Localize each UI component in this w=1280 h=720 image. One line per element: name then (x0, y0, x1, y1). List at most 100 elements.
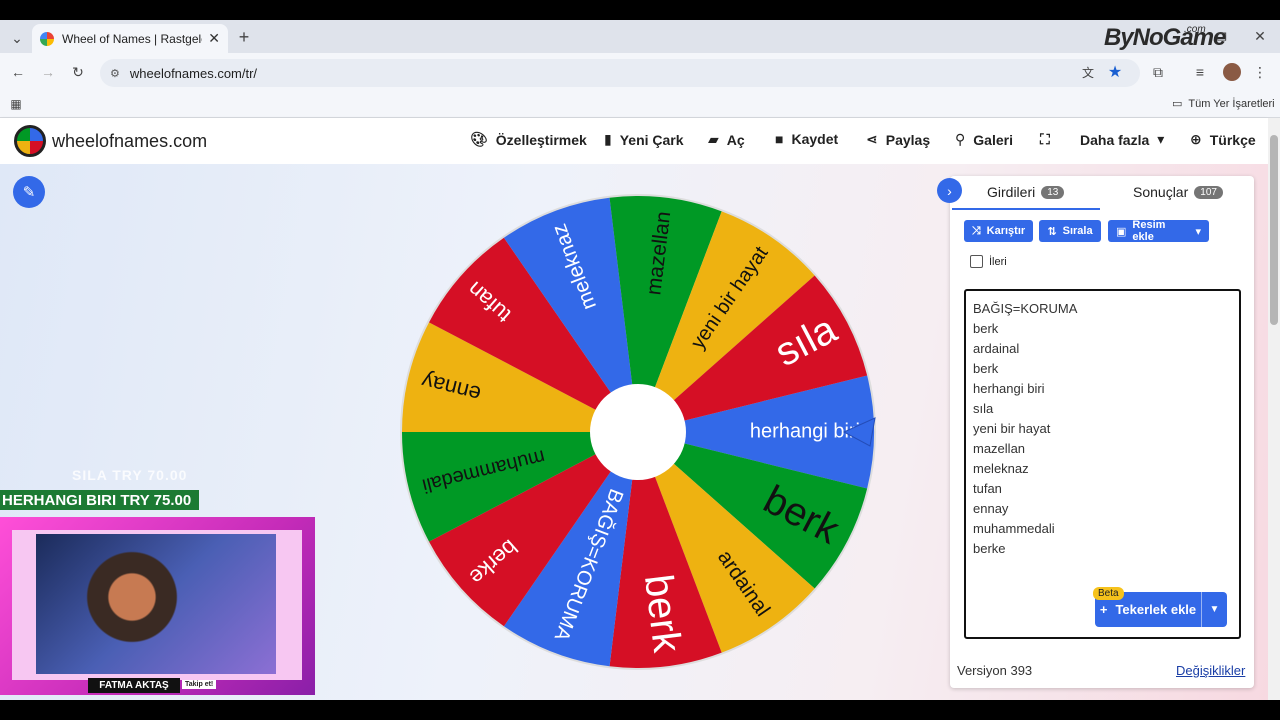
file-icon: ▮ (604, 131, 612, 147)
share-icon: ⋖ (866, 131, 878, 147)
search-icon: ⚲ (955, 131, 966, 147)
nav-new-label: Yeni Çark (619, 131, 684, 148)
tab-results[interactable]: Sonuçlar 107 (1133, 184, 1223, 200)
entry-line: sıla (973, 401, 994, 416)
back-icon[interactable]: ← (10, 64, 26, 80)
site-info-icon[interactable]: ⚙ (110, 67, 120, 80)
tab-results-label: Sonuçlar (1133, 184, 1189, 200)
palette-icon: 🎨︎ (470, 131, 488, 147)
webcam-video (36, 534, 276, 674)
fullscreen-icon: ⛶ (1040, 131, 1050, 147)
entry-line: mazellan (973, 441, 1026, 456)
globe-icon: ⊕ (1190, 131, 1202, 147)
plus-icon: + (1099, 602, 1108, 617)
add-wheel-label: Tekerlek ekle (1115, 602, 1197, 617)
tab-close-icon[interactable]: ✕ (208, 30, 220, 47)
entry-line: berk (973, 321, 999, 336)
entry-line: meleknaz (973, 461, 1029, 476)
all-bookmarks-label: Tüm Yer İşaretleri (1188, 97, 1275, 110)
nav-more[interactable]: Daha fazla ▾ (1080, 131, 1164, 148)
new-tab-icon[interactable]: + (236, 27, 252, 47)
results-count-badge: 107 (1194, 185, 1223, 199)
browser-tab[interactable]: Wheel of Names | Rastgele ad s ✕ (32, 24, 228, 53)
shuffle-icon: ⤨ (971, 224, 981, 237)
sort-icon: ⇅ (1047, 225, 1057, 238)
watermark-logo: ByNoGame (1104, 24, 1226, 51)
wheel-slice-label: berk (636, 572, 689, 656)
profile-avatar[interactable] (1223, 63, 1241, 81)
beta-badge: Beta (1093, 587, 1124, 600)
media-control-icon[interactable]: ≡ (1192, 64, 1208, 80)
bookmark-star-icon[interactable]: ★ (1106, 63, 1124, 81)
entry-line: berk (973, 361, 999, 376)
shuffle-label: Karıştır (986, 225, 1026, 237)
nav-gallery[interactable]: ⚲ Galeri (955, 131, 1013, 148)
address-bar[interactable]: ⚙ wheelofnames.com/tr/ (100, 59, 1140, 87)
forward-icon[interactable]: → (40, 64, 56, 80)
nav-more-label: Daha fazla (1080, 131, 1150, 148)
close-window-icon[interactable]: ✕ (1252, 28, 1268, 44)
nav-open-label: Aç (726, 131, 745, 148)
wheel-slice-label: herhangi biri (750, 420, 860, 442)
advanced-checkbox[interactable] (970, 255, 983, 268)
changes-link[interactable]: Değişiklikler (1176, 663, 1245, 678)
tab-title: Wheel of Names | Rastgele ad s (62, 31, 202, 46)
advanced-label: İleri (989, 256, 1007, 268)
all-bookmarks-button[interactable]: ▭ Tüm Yer İşaretleri (1172, 97, 1275, 111)
nav-open[interactable]: ▰ Aç (708, 131, 745, 148)
add-image-label: Resim ekle (1132, 219, 1166, 243)
menu-kebab-icon[interactable]: ⋮ (1253, 64, 1267, 80)
entry-line: tufan (973, 481, 1002, 496)
nav-save[interactable]: ■ Kaydet (775, 131, 838, 147)
donation-alert: HERHANGI BIRI TRY 75.00 (0, 490, 199, 510)
entry-line: muhammedali (973, 521, 1055, 536)
sort-label: Sırala (1062, 225, 1093, 237)
wheel-center[interactable] (590, 384, 686, 480)
nav-share-label: Paylaş (885, 131, 931, 148)
donation-alert-faded: SILA TRY 70.00 (72, 467, 188, 483)
site-logo[interactable] (14, 125, 46, 157)
nav-customize-label: Özelleştirmek (495, 131, 587, 148)
watermark-suffix: .com (1184, 24, 1206, 35)
caret-down-icon: ▾ (1157, 131, 1165, 147)
entry-line: yeni bir hayat (973, 421, 1051, 436)
follow-label: Takip et! (182, 680, 217, 689)
tab-favicon-icon (40, 31, 54, 46)
caret-down-icon: ▾ (1195, 225, 1201, 238)
entry-line: herhangi biri (973, 381, 1045, 396)
folder-open-icon: ▰ (708, 131, 719, 147)
restore-window-icon[interactable]: ❐ (1214, 29, 1230, 45)
add-wheel-dropdown-icon[interactable]: ▼ (1201, 592, 1227, 627)
edit-pencil-icon[interactable]: ✎ (13, 176, 45, 208)
apps-grid-icon[interactable]: ▦ (8, 96, 24, 112)
streamer-name: FATMA AKTAŞ (88, 678, 180, 693)
scrollbar-thumb[interactable] (1270, 135, 1278, 325)
nav-language[interactable]: ⊕ Türkçe (1190, 131, 1256, 148)
active-tab-indicator (952, 208, 1100, 210)
wheel[interactable]: herhangi biriberkardainalberkBAĞIŞ=KORUM… (398, 192, 878, 672)
nav-save-label: Kaydet (791, 131, 839, 147)
save-icon: ■ (775, 131, 784, 147)
version-label: Versiyon 393 (957, 663, 1033, 678)
shuffle-button[interactable]: ⤨ Karıştır (964, 220, 1033, 242)
translate-icon[interactable]: 文 (1080, 64, 1096, 80)
entry-line: ardainal (973, 341, 1020, 356)
site-name[interactable]: wheelofnames.com (52, 131, 207, 152)
entry-line: ennay (973, 501, 1009, 516)
sort-button[interactable]: ⇅ Sırala (1039, 220, 1101, 242)
entries-count-badge: 13 (1041, 185, 1065, 199)
nav-share[interactable]: ⋖ Paylaş (866, 131, 930, 148)
nav-fullscreen[interactable]: ⛶ (1040, 131, 1050, 148)
nav-gallery-label: Galeri (973, 131, 1013, 148)
bookmarks-bar (0, 91, 1280, 118)
nav-new-wheel[interactable]: ▮ Yeni Çark (604, 131, 684, 148)
tab-entries[interactable]: Girdileri 13 (987, 184, 1065, 200)
reload-icon[interactable]: ↻ (70, 64, 86, 80)
tab-list-icon[interactable]: ⌄ (8, 29, 26, 47)
nav-customize[interactable]: 🎨︎ Özelleştirmek (470, 131, 587, 148)
extensions-icon[interactable]: ⧉ (1150, 64, 1166, 80)
add-image-button[interactable]: ▣ Resim ekle ▾ (1108, 219, 1209, 243)
collapse-panel-icon[interactable]: › (937, 178, 962, 203)
image-icon: ▣ (1116, 225, 1127, 238)
entry-line: BAĞIŞ=KORUMA (973, 301, 1078, 316)
